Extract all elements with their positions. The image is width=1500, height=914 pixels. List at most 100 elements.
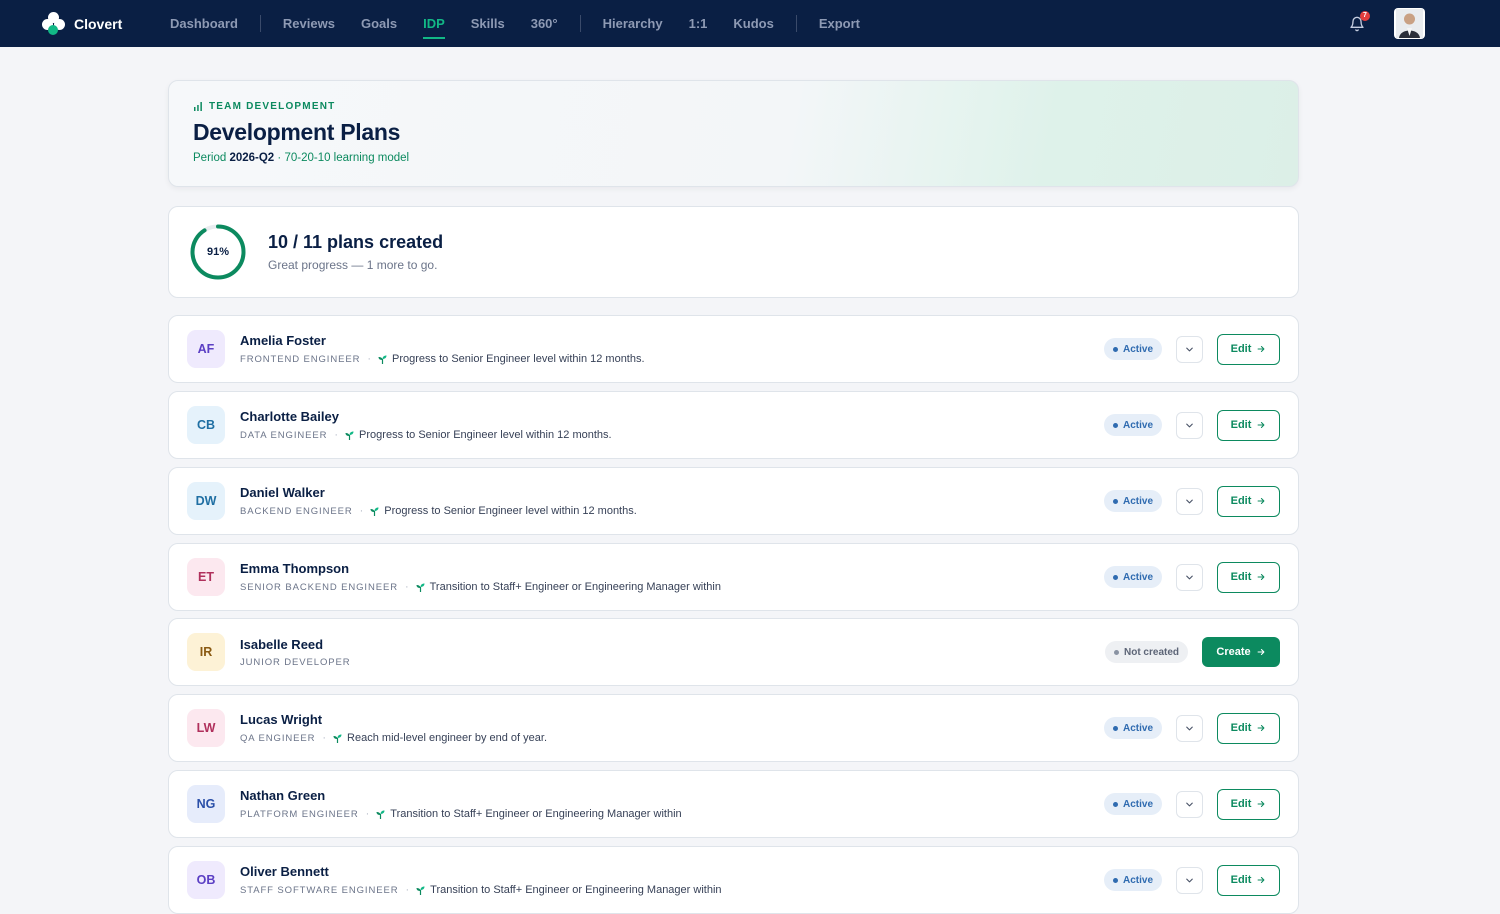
person-role: STAFF SOFTWARE ENGINEER	[240, 884, 399, 896]
person-role: PLATFORM ENGINEER	[240, 808, 359, 820]
edit-button[interactable]: Edit	[1217, 333, 1280, 365]
status-badge: Not created	[1104, 641, 1188, 663]
person-role: QA ENGINEER	[240, 732, 316, 744]
plan-row: OB Oliver Bennett STAFF SOFTWARE ENGINEER ·…	[168, 846, 1299, 914]
status-dot	[1112, 346, 1118, 352]
create-button[interactable]: Create	[1202, 637, 1280, 667]
expand-button[interactable]	[1176, 866, 1203, 894]
edit-button[interactable]: Edit	[1217, 788, 1280, 820]
nav-item-360[interactable]: 360°	[518, 0, 571, 47]
initials-avatar: AF	[187, 330, 225, 368]
nav-item-11[interactable]: 1:1	[676, 0, 721, 47]
nav-item-idp[interactable]: IDP	[410, 0, 458, 47]
person-name: Oliver Bennett	[240, 864, 329, 879]
expand-button[interactable]	[1176, 487, 1203, 515]
plan-row: ET Emma Thompson SENIOR BACKEND ENGINEER · T…	[168, 543, 1299, 611]
edit-button[interactable]: Edit	[1217, 712, 1280, 744]
brand[interactable]: Clovert	[42, 11, 157, 36]
status-dot	[1112, 801, 1118, 807]
nav-item-reviews[interactable]: Reviews	[270, 0, 348, 47]
chevron-down-icon	[1186, 347, 1193, 351]
status-badge: Active	[1103, 490, 1162, 512]
top-navbar: Clovert Dashboard Reviews Goals IDP Skills 36…	[0, 0, 1500, 47]
plan-row: NG Nathan Green PLATFORM ENGINEER · Transiti…	[168, 770, 1299, 838]
edit-button[interactable]: Edit	[1217, 409, 1280, 441]
plan-row: CB Charlotte Bailey DATA ENGINEER · Progress…	[168, 391, 1299, 459]
status-dot	[1112, 422, 1118, 428]
status-dot	[1113, 649, 1119, 655]
page-header-card: TEAM DEVELOPMENT Development Plans Perio…	[168, 80, 1299, 187]
notifications-button[interactable]: 7	[1342, 9, 1372, 39]
chevron-down-icon	[1186, 802, 1193, 806]
person-name: Isabelle Reed	[240, 636, 324, 652]
plan-row: IR Isabelle Reed JUNIOR DEVELOPER Not creat…	[168, 618, 1299, 686]
person-role: JUNIOR DEVELOPER	[240, 656, 351, 668]
learning-model: · 70-20-10 learning model	[277, 152, 410, 164]
edit-button[interactable]: Edit	[1217, 485, 1280, 517]
main-nav: Dashboard Reviews Goals IDP Skills 360° Hierar…	[157, 0, 873, 47]
edit-button[interactable]: Edit	[1217, 864, 1280, 896]
plan-row: DW Daniel Walker BACKEND ENGINEER · Progress…	[168, 467, 1299, 535]
plan-goal: Progress to Senior Engineer level within…	[359, 429, 612, 441]
person-role: SENIOR BACKEND ENGINEER	[240, 581, 398, 593]
initials-avatar: DW	[187, 482, 225, 520]
nav-item-goals[interactable]: Goals	[348, 0, 410, 47]
initials-avatar: NG	[187, 785, 225, 823]
expand-button[interactable]	[1176, 335, 1203, 363]
chevron-down-icon	[1186, 726, 1193, 730]
progress-title: 10 / 11 plans created	[268, 232, 444, 252]
person-role: DATA ENGINEER	[240, 429, 328, 441]
nav-item-export[interactable]: Export	[806, 0, 873, 47]
edit-button[interactable]: Edit	[1217, 561, 1280, 593]
plan-goal: Progress to Senior Engineer level within…	[392, 353, 645, 365]
nav-item-kudos[interactable]: Kudos	[720, 0, 786, 47]
nav-item-dashboard[interactable]: Dashboard	[157, 0, 251, 47]
plan-row: AF Amelia Foster FRONTEND ENGINEER · Progres…	[168, 315, 1299, 383]
sprout-icon	[370, 506, 379, 516]
status-dot	[1112, 725, 1118, 731]
person-name: Amelia Foster	[240, 333, 326, 348]
status-badge: Active	[1103, 869, 1162, 891]
expand-button[interactable]	[1176, 714, 1203, 742]
chevron-down-icon	[1186, 423, 1193, 427]
status-dot	[1112, 498, 1118, 504]
initials-avatar: LW	[187, 709, 225, 747]
person-name: Charlotte Bailey	[240, 409, 339, 424]
status-badge: Active	[1103, 793, 1162, 815]
brand-name: Clovert	[74, 15, 123, 32]
expand-button[interactable]	[1176, 790, 1203, 818]
chevron-down-icon	[1186, 575, 1193, 579]
progress-summary-card: 91% 10 / 11 plans created Great progress…	[168, 206, 1299, 298]
expand-button[interactable]	[1176, 411, 1203, 439]
page-title: Development Plans	[193, 119, 401, 145]
expand-button[interactable]	[1176, 563, 1203, 591]
plan-goal: Transition to Staff+ Engineer or Enginee…	[430, 884, 722, 896]
page-eyebrow: TEAM DEVELOPMENT	[209, 101, 336, 112]
person-name: Emma Thompson	[240, 561, 350, 576]
person-name: Daniel Walker	[240, 485, 325, 500]
arrow-right-icon	[1257, 573, 1265, 581]
sprout-icon	[378, 354, 387, 364]
arrow-right-icon	[1257, 724, 1265, 732]
person-name: Nathan Green	[240, 788, 326, 803]
sprout-icon	[376, 809, 385, 819]
initials-avatar: CB	[187, 406, 225, 444]
plan-goal: Transition to Staff+ Engineer or Enginee…	[429, 581, 721, 593]
status-badge: Active	[1103, 717, 1162, 739]
nav-item-skills[interactable]: Skills	[458, 0, 518, 47]
sprout-icon	[416, 885, 425, 895]
status-dot	[1112, 574, 1118, 580]
chevron-down-icon	[1186, 878, 1193, 882]
person-role: BACKEND ENGINEER	[240, 505, 353, 517]
initials-avatar: ET	[187, 558, 225, 596]
initials-avatar: IR	[187, 633, 225, 671]
clover-logo-icon	[42, 11, 66, 36]
plan-goal: Transition to Staff+ Engineer or Enginee…	[390, 808, 682, 820]
progress-percent: 91%	[206, 246, 230, 258]
arrow-right-icon	[1257, 345, 1265, 353]
plan-goal: Reach mid-level engineer by end of year.	[347, 732, 547, 744]
nav-item-hierarchy[interactable]: Hierarchy	[590, 0, 676, 47]
user-avatar[interactable]	[1394, 8, 1425, 39]
chevron-down-icon	[1186, 499, 1193, 503]
person-name: Lucas Wright	[240, 712, 323, 727]
